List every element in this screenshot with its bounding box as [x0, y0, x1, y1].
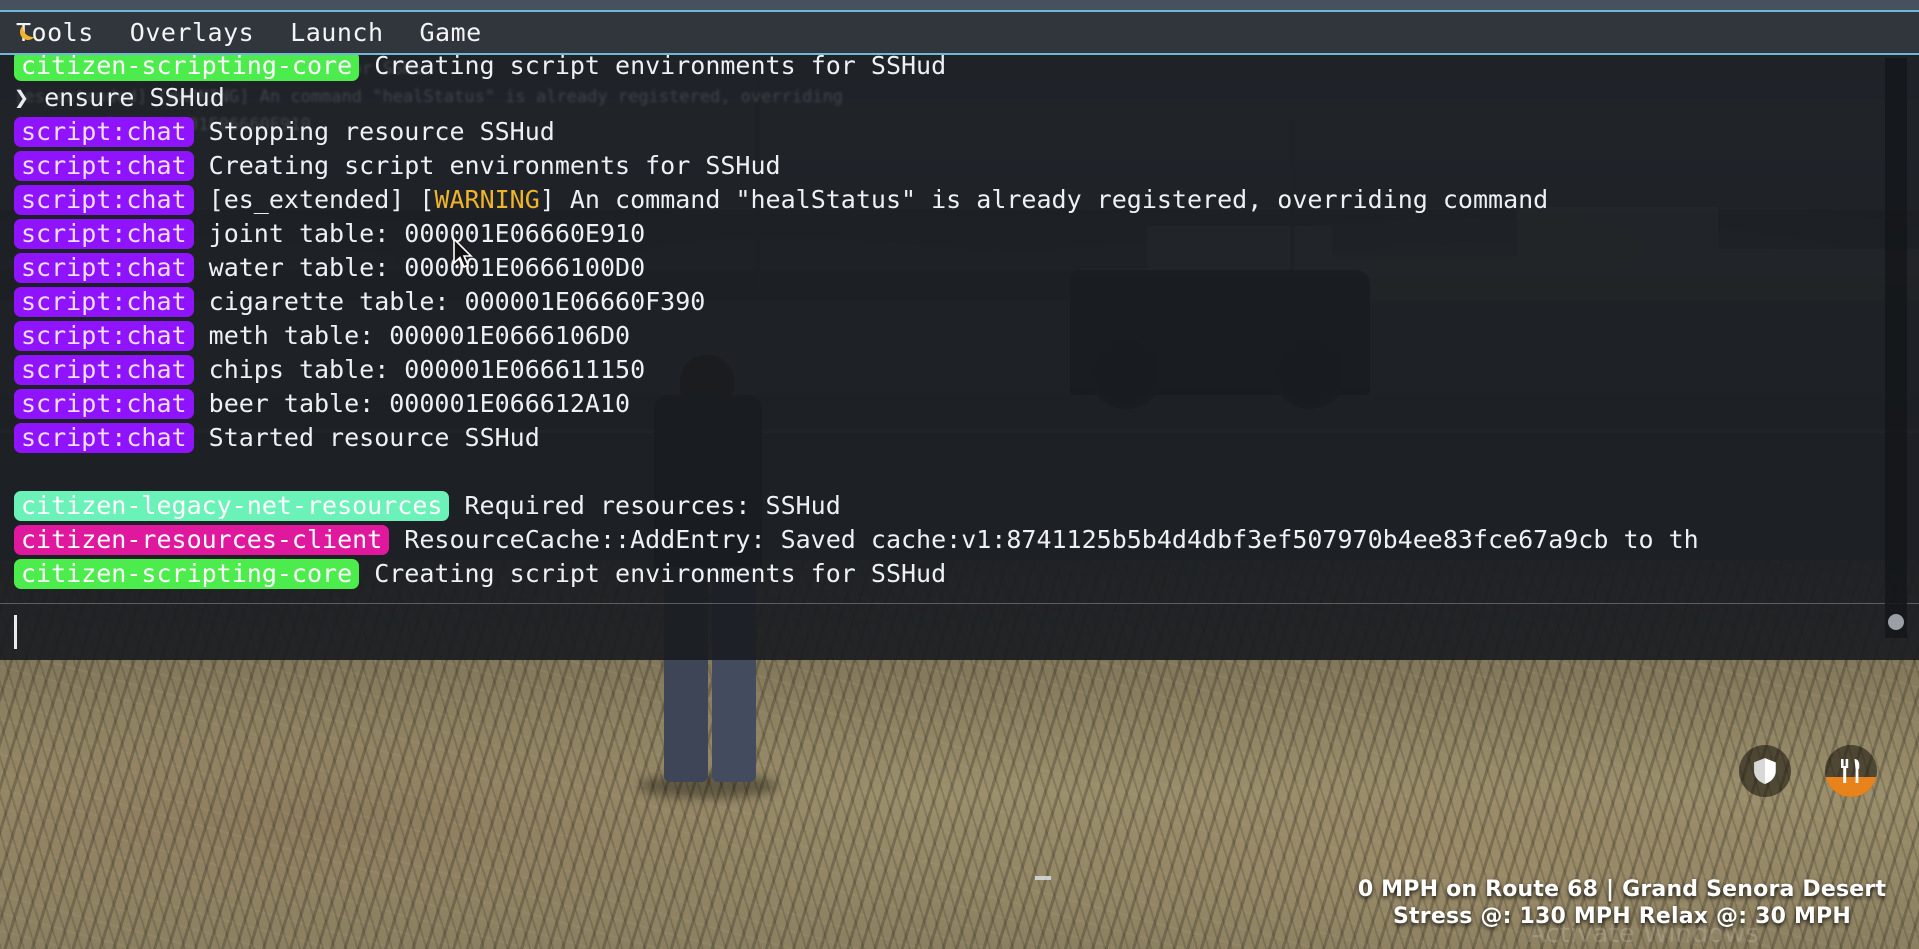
resource-tag: citizen-scripting-core	[14, 55, 360, 81]
resource-tag: script:chat	[14, 253, 194, 283]
console-text-caret	[14, 615, 17, 649]
console-log-row: script:chat [es_extended] [WARNING] An c…	[14, 183, 1919, 217]
resource-tag: script:chat	[14, 219, 194, 249]
console-log-row: ❯ ensure SSHud	[14, 81, 1919, 115]
log-message: ResourceCache::AddEntry: Saved cache:v1:…	[404, 525, 1699, 554]
console-log-row: script:chat Creating script environments…	[14, 149, 1919, 183]
log-message: chips table: 000001E066611150	[208, 355, 646, 384]
console-log-list: ❯ ensure SSHud script:chat Stopping resou…	[0, 81, 1919, 591]
character-shadow	[638, 773, 778, 799]
resource-tag: citizen-legacy-net-resources	[14, 491, 450, 521]
log-message: beer table: 000001E066612A10	[208, 389, 631, 418]
console-dash-marker	[1035, 876, 1051, 880]
console-log-row: script:chat Stopping resource SSHud	[14, 115, 1919, 149]
resource-tag: script:chat	[14, 355, 194, 385]
console-prompt-arrow: ❯	[14, 83, 30, 112]
resource-tag: citizen-resources-client	[14, 525, 390, 555]
resource-tag: script:chat	[14, 287, 194, 317]
hud-stress-line: Stress @: 130 MPH Relax @: 30 MPH	[1393, 904, 1851, 929]
console-log-row: script:chat meth table: 000001E0666106D0	[14, 319, 1919, 353]
hud-info-panel: 0 MPH on Route 68 | Grand Senora Desert …	[1339, 877, 1919, 929]
resource-tag: script:chat	[14, 151, 194, 181]
resource-tag: script:chat	[14, 389, 194, 419]
log-message: Required resources: SSHud	[464, 491, 841, 520]
food-icon	[1825, 745, 1877, 797]
console-panel[interactable]: [ RUNTIME ] Script environments for SSHu…	[0, 55, 1919, 660]
menu-item-tools[interactable]: Tools	[16, 18, 94, 47]
menu-bar: Tools Overlays Launch Game	[0, 10, 1919, 55]
log-message: cigarette table: 000001E06660F390	[208, 287, 706, 316]
console-log-row: script:chat cigarette table: 000001E0666…	[14, 285, 1919, 319]
log-message: meth table: 000001E0666106D0	[208, 321, 631, 350]
console-input-row[interactable]	[0, 604, 1919, 660]
console-entered-command: ensure SSHud	[44, 83, 225, 112]
screen-root: Tools Overlays Launch Game [ RUNTIME ] S…	[0, 0, 1919, 949]
log-message: Stopping resource SSHud	[208, 117, 555, 146]
console-log-spacer	[14, 455, 1919, 489]
console-log-row: script:chat chips table: 000001E06661115…	[14, 353, 1919, 387]
hud-location-line: 0 MPH on Route 68 | Grand Senora Desert	[1357, 877, 1887, 902]
resource-tag: script:chat	[14, 321, 194, 351]
menu-item-label: Tools	[16, 18, 94, 47]
menu-item-label: Game	[419, 18, 482, 47]
resource-tag: script:chat	[14, 185, 194, 215]
console-log-row: script:chat Started resource SSHud	[14, 421, 1919, 455]
log-message: Creating script environments for SSHud	[374, 55, 947, 80]
console-log-row: citizen-resources-client ResourceCache::…	[14, 523, 1919, 557]
log-message: water table: 000001E0666100D0	[208, 253, 646, 282]
log-message-pre: [es_extended] [	[208, 185, 435, 214]
log-message: Creating script environments for SSHud	[374, 559, 947, 588]
console-log-row: citizen-scripting-core Creating script e…	[14, 557, 1919, 591]
resource-tag: script:chat	[14, 117, 194, 147]
console-log-row: script:chat beer table: 000001E066612A10	[14, 387, 1919, 421]
shield-icon	[1739, 745, 1791, 797]
resource-tag: citizen-scripting-core	[14, 559, 360, 589]
hud-status-icons	[1739, 745, 1877, 797]
console-log-row: citizen-legacy-net-resources Required re…	[14, 489, 1919, 523]
menu-item-launch[interactable]: Launch	[290, 18, 383, 47]
log-message: Creating script environments for SSHud	[208, 151, 781, 180]
menu-item-label: Overlays	[129, 18, 255, 47]
log-message: joint table: 000001E06660E910	[208, 219, 646, 248]
log-message-post: ] An command "healStatus" is already reg…	[539, 185, 1549, 214]
log-message: Started resource SSHud	[208, 423, 540, 452]
fork-knife-glyph	[1841, 759, 1860, 783]
console-clipped-top-line: citizen-scripting-core Creating script e…	[0, 55, 1919, 83]
console-scrollbar-thumb[interactable]	[1888, 614, 1904, 630]
console-log-row: script:chat water table: 000001E0666100D…	[14, 251, 1919, 285]
console-scrollbar[interactable]	[1885, 58, 1907, 638]
menu-item-overlays[interactable]: Overlays	[130, 18, 254, 47]
console-log-row: script:chat joint table: 000001E06660E91…	[14, 217, 1919, 251]
resource-tag: script:chat	[14, 423, 194, 453]
shield-glyph	[1754, 758, 1776, 784]
menu-item-label: Launch	[290, 18, 384, 47]
menu-item-game[interactable]: Game	[420, 18, 482, 47]
log-warning-token: WARNING	[434, 185, 540, 214]
